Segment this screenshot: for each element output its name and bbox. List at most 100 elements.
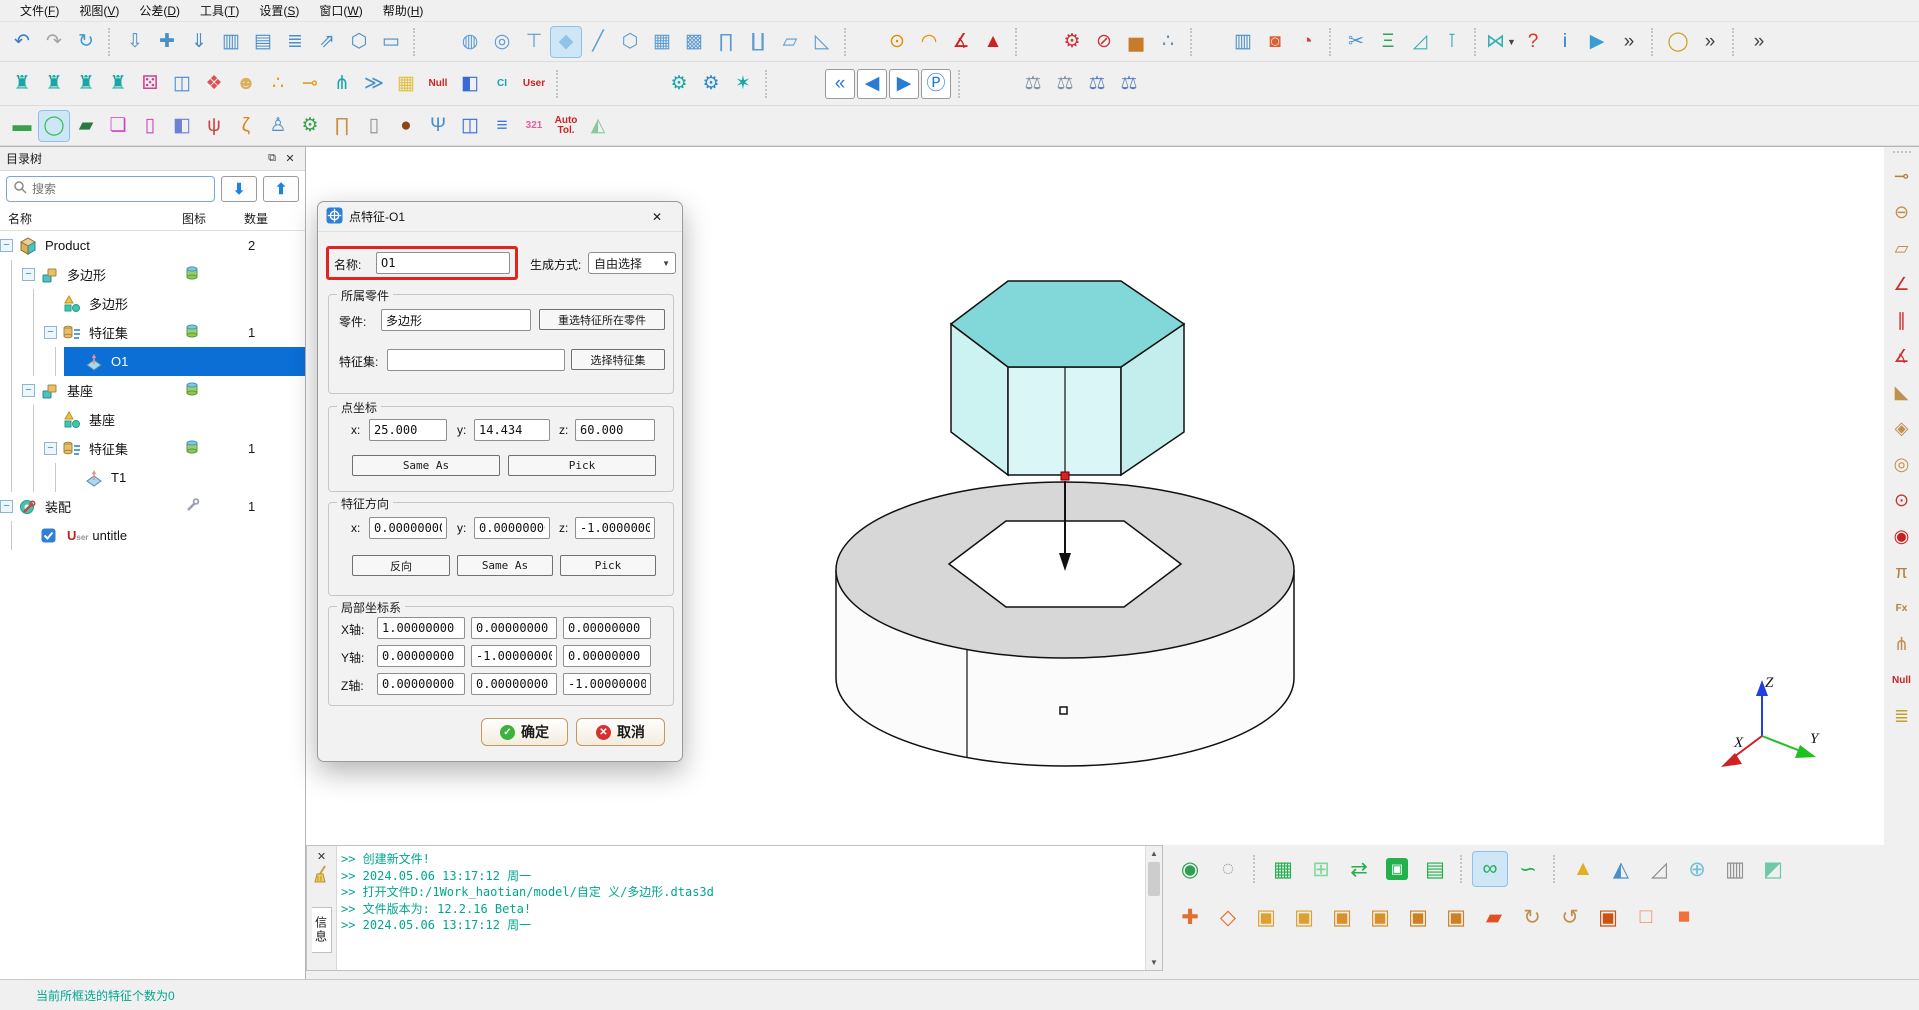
pin-table-button[interactable]: ∏ <box>327 111 357 141</box>
null-feature-2-button[interactable]: Null <box>1888 665 1916 695</box>
point-network-button[interactable]: ⋔ <box>327 69 357 99</box>
cube-view-left-button[interactable]: ▣ <box>1325 900 1359 934</box>
save-file-button[interactable]: ⇓ <box>184 27 214 57</box>
door-panels-gray-button[interactable]: ▯ <box>359 111 389 141</box>
import-model-button[interactable]: ⇩ <box>120 27 150 57</box>
ellipse-measure-button[interactable]: ⊖ <box>1888 197 1916 227</box>
undo-button[interactable]: ↶ <box>7 27 37 57</box>
fixture-datum-1-button[interactable]: ♜ <box>7 69 37 99</box>
tree-row-untitle[interactable]: Useruntitle <box>0 521 305 550</box>
three-two-one-button[interactable]: 321 <box>519 111 549 141</box>
spring-pair-button[interactable]: Ξ <box>1373 27 1403 57</box>
tree-row-基座[interactable]: 基座 <box>0 405 305 434</box>
panel-arrow-button[interactable]: ◧ <box>455 69 485 99</box>
search-down-button[interactable]: ⬇ <box>221 176 257 202</box>
board-green-button[interactable]: ▰ <box>71 111 101 141</box>
car-body-magenta-button[interactable]: ▯ <box>135 111 165 141</box>
gear-cylinder-2-button[interactable]: ⚙ <box>696 69 726 99</box>
nav-next-button[interactable]: ▶ <box>889 69 919 99</box>
cube-isometric-button[interactable]: ◇ <box>1211 900 1245 934</box>
feature-set-input[interactable] <box>387 349 565 371</box>
null-feature-button[interactable]: Null <box>423 69 453 99</box>
polygon-feature-button[interactable]: ⬡ <box>615 27 645 57</box>
word-ppt-button[interactable]: ▭ <box>376 27 406 57</box>
document-export-button[interactable]: ⇗ <box>312 27 342 57</box>
cancel-button[interactable]: ✕ 取消 <box>576 718 665 746</box>
rotate-ccw-button[interactable]: ↺ <box>1553 900 1587 934</box>
fixture-datum-4-button[interactable]: ♜ <box>103 69 133 99</box>
point-same-as-button[interactable]: Same As <box>352 455 500 476</box>
plane-3points-button[interactable]: ▱ <box>1888 233 1916 263</box>
report-export-button[interactable]: ▤ <box>248 27 278 57</box>
menu-item-2[interactable]: 公差(D) <box>129 0 190 21</box>
fem-shield-button[interactable]: ❖ <box>199 69 229 99</box>
tree-row-特征集[interactable]: −特征集1 <box>0 318 305 347</box>
tree-row-特征集[interactable]: −特征集1 <box>0 434 305 463</box>
point-z-input[interactable] <box>575 419 655 441</box>
cube-shaded-button[interactable]: ■ <box>1667 900 1701 934</box>
nav-page-button[interactable]: Ⓟ <box>921 69 951 99</box>
document-3d-button[interactable]: ⬡ <box>344 27 374 57</box>
avatar-face-button[interactable]: ☻ <box>231 69 261 99</box>
clear-log-broom-icon[interactable] <box>313 864 331 889</box>
pallet-green-button[interactable]: ▬ <box>7 111 37 141</box>
search-box[interactable] <box>6 176 215 202</box>
shapes-measure-button[interactable]: ◭ <box>1604 852 1638 886</box>
dir-x-input[interactable] <box>369 517 447 539</box>
grid-outline-button[interactable]: ⊞ <box>1304 852 1338 886</box>
parallel-planes-button[interactable]: ∥ <box>1888 305 1916 335</box>
point-pair-button[interactable]: ∴ <box>263 69 293 99</box>
ruler-delete-button[interactable]: ◿ <box>1642 852 1676 886</box>
feature-point-marker[interactable] <box>1061 472 1069 480</box>
set-square-button[interactable]: ◿ <box>1405 27 1435 57</box>
tree-row-多边形[interactable]: 多边形 <box>0 289 305 318</box>
fixture-bench-button[interactable]: π <box>1888 557 1916 587</box>
cube-view-top-button[interactable]: ▣ <box>1401 900 1435 934</box>
text-diagonal-button[interactable]: ◩ <box>1756 852 1790 886</box>
point-x-input[interactable] <box>369 419 447 441</box>
point-pick-button[interactable]: Pick <box>508 455 656 476</box>
tree-row-T1[interactable]: T1 <box>0 463 305 492</box>
pin-group-1-button[interactable]: ∏ <box>711 27 741 57</box>
cube-view-front-button[interactable]: ▣ <box>1249 900 1283 934</box>
expander-icon[interactable]: − <box>44 442 57 455</box>
bent-plane-button[interactable]: ◣ <box>1888 377 1916 407</box>
circle-dot-button[interactable]: ⊙ <box>1888 485 1916 515</box>
fixture-datum-2-button[interactable]: ♜ <box>39 69 69 99</box>
branch-red-blue-button[interactable]: ψ <box>199 111 229 141</box>
reverse-direction-button[interactable]: 反向 <box>352 555 450 576</box>
expander-icon[interactable]: − <box>44 326 57 339</box>
menu-item-0[interactable]: 文件(F) <box>10 0 69 21</box>
plane-pair-button[interactable]: ▱ <box>775 27 805 57</box>
cylinder-feature-button[interactable]: ◍ <box>455 27 485 57</box>
point-line-button[interactable]: ⊸ <box>295 69 325 99</box>
scroll-down-icon[interactable]: ▼ <box>1146 955 1162 970</box>
lcs-y0-input[interactable] <box>377 645 465 667</box>
document-lines-button[interactable]: ≣ <box>280 27 310 57</box>
lcs-x1-input[interactable] <box>471 617 557 639</box>
tree-row-装配[interactable]: −装配1 <box>0 492 305 521</box>
stud-feature-button[interactable]: ⊤ <box>519 27 549 57</box>
gear-cylinder-1-button[interactable]: ⚙ <box>664 69 694 99</box>
3d-viewport[interactable]: Z Y X 点特征-O1 ✕ 名称: 生成方式: 自由选择 ▼ 所属零件 <box>306 146 1884 845</box>
hex-prism-model[interactable] <box>951 281 1184 475</box>
document-lock-button[interactable]: ▤ <box>1418 852 1452 886</box>
snowflake-points-button[interactable]: ✶ <box>728 69 758 99</box>
target-tolerance-button[interactable]: ⊙ <box>882 27 912 57</box>
point-y-input[interactable] <box>474 419 550 441</box>
surface-mesh-colored-button[interactable]: ▩ <box>679 27 709 57</box>
name-input[interactable] <box>376 252 510 274</box>
nav-first-button[interactable]: « <box>825 69 855 99</box>
log-scrollbar[interactable]: ▲ ▼ <box>1145 846 1162 970</box>
cube-view-bottom-button[interactable]: ▣ <box>1439 900 1473 934</box>
expander-icon[interactable]: − <box>0 500 13 513</box>
cylinder-brown-button[interactable]: ● <box>391 111 421 141</box>
tree-close-icon[interactable]: ✕ <box>281 151 299 167</box>
tree-row-多边形[interactable]: −多边形 <box>0 260 305 289</box>
show-feature-button[interactable]: ◉ <box>1173 852 1207 886</box>
cube-view-back-button[interactable]: ▣ <box>1287 900 1321 934</box>
scroll-up-icon[interactable]: ▲ <box>1146 846 1162 861</box>
node-tree-button[interactable]: ⋔ <box>1888 629 1916 659</box>
expander-icon[interactable]: − <box>22 384 35 397</box>
fx-formula-button[interactable]: Fx <box>1888 593 1916 623</box>
